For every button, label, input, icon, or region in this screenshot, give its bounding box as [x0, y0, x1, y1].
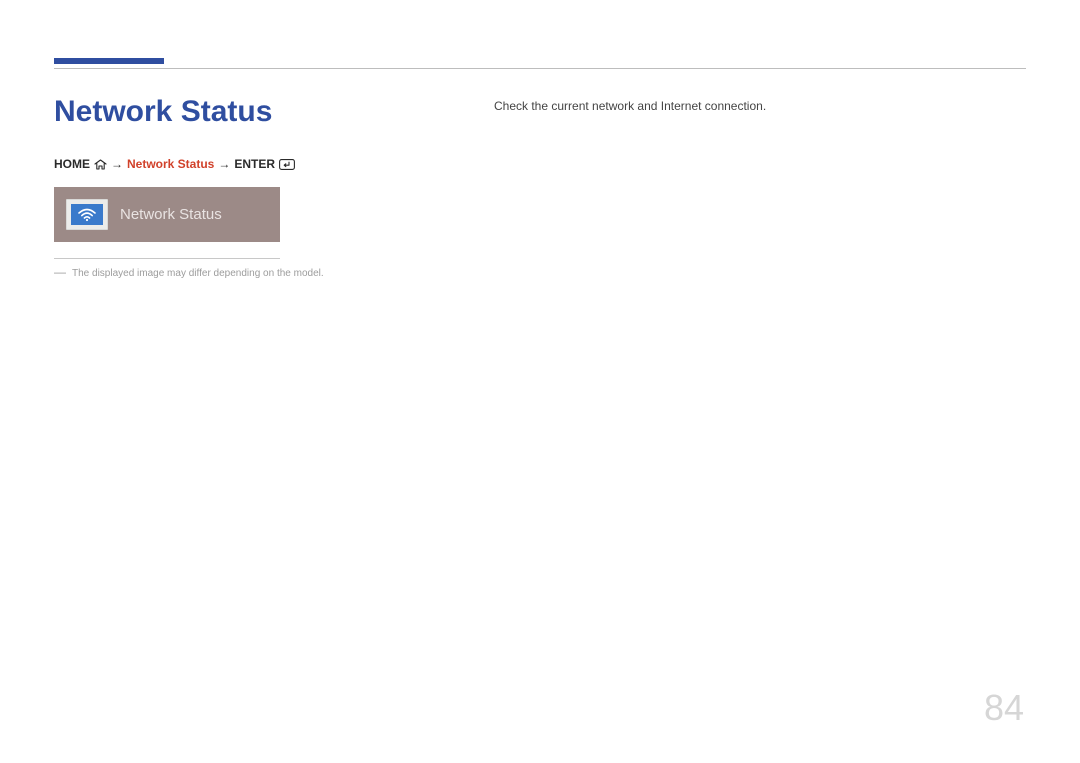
- wifi-screen: [71, 204, 103, 225]
- accent-bar: [54, 58, 164, 64]
- thin-rule: [54, 258, 280, 259]
- network-status-card: Network Status: [54, 187, 280, 242]
- card-label: Network Status: [120, 206, 222, 223]
- disclaimer-dash: ―: [54, 265, 66, 279]
- home-icon: [94, 159, 107, 170]
- right-column: Check the current network and Internet c…: [494, 95, 1026, 279]
- enter-icon: [279, 159, 295, 170]
- disclaimer: ― The displayed image may differ dependi…: [54, 265, 414, 279]
- two-column-layout: Network Status HOME → Network Status → E…: [54, 95, 1026, 279]
- page-content: Network Status HOME → Network Status → E…: [54, 58, 1026, 279]
- breadcrumb-arrow: →: [218, 157, 230, 171]
- page-title: Network Status: [54, 95, 414, 129]
- top-rule: [54, 68, 1026, 69]
- wifi-tile: [66, 199, 108, 230]
- description-text: Check the current network and Internet c…: [494, 99, 1026, 113]
- breadcrumb-item: Network Status: [127, 157, 214, 171]
- page-number: 84: [984, 687, 1024, 729]
- breadcrumb-enter: ENTER: [234, 157, 275, 171]
- left-column: Network Status HOME → Network Status → E…: [54, 95, 414, 279]
- wifi-icon: [77, 208, 97, 222]
- disclaimer-text: The displayed image may differ depending…: [72, 268, 324, 279]
- breadcrumb-home: HOME: [54, 157, 90, 171]
- breadcrumb: HOME → Network Status → ENTER: [54, 157, 414, 171]
- breadcrumb-arrow: →: [111, 157, 123, 171]
